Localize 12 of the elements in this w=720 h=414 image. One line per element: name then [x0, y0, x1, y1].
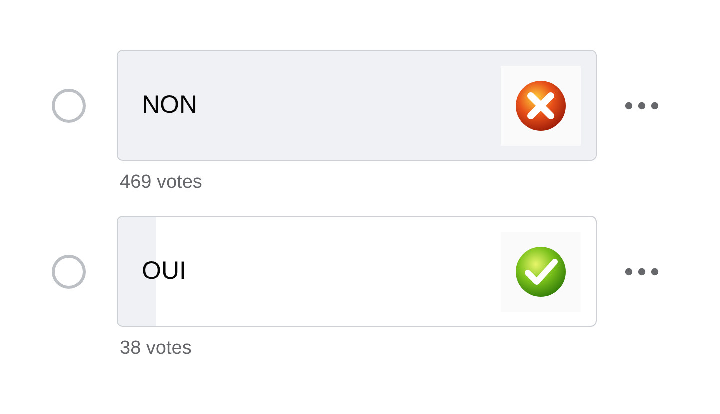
option-label: OUI	[142, 257, 186, 286]
more-icon[interactable]	[625, 268, 659, 276]
more-icon[interactable]	[625, 102, 659, 110]
radio-button[interactable]	[52, 254, 86, 288]
radio-button[interactable]	[52, 88, 86, 122]
poll-option[interactable]: NON	[117, 50, 597, 161]
option-label: NON	[142, 91, 198, 120]
vote-count: 469 votes	[120, 172, 204, 194]
cross-ball-icon	[514, 78, 568, 132]
vote-count: 38 votes	[120, 338, 193, 360]
poll-option[interactable]: OUI	[117, 216, 597, 327]
check-ball-icon	[514, 244, 568, 298]
